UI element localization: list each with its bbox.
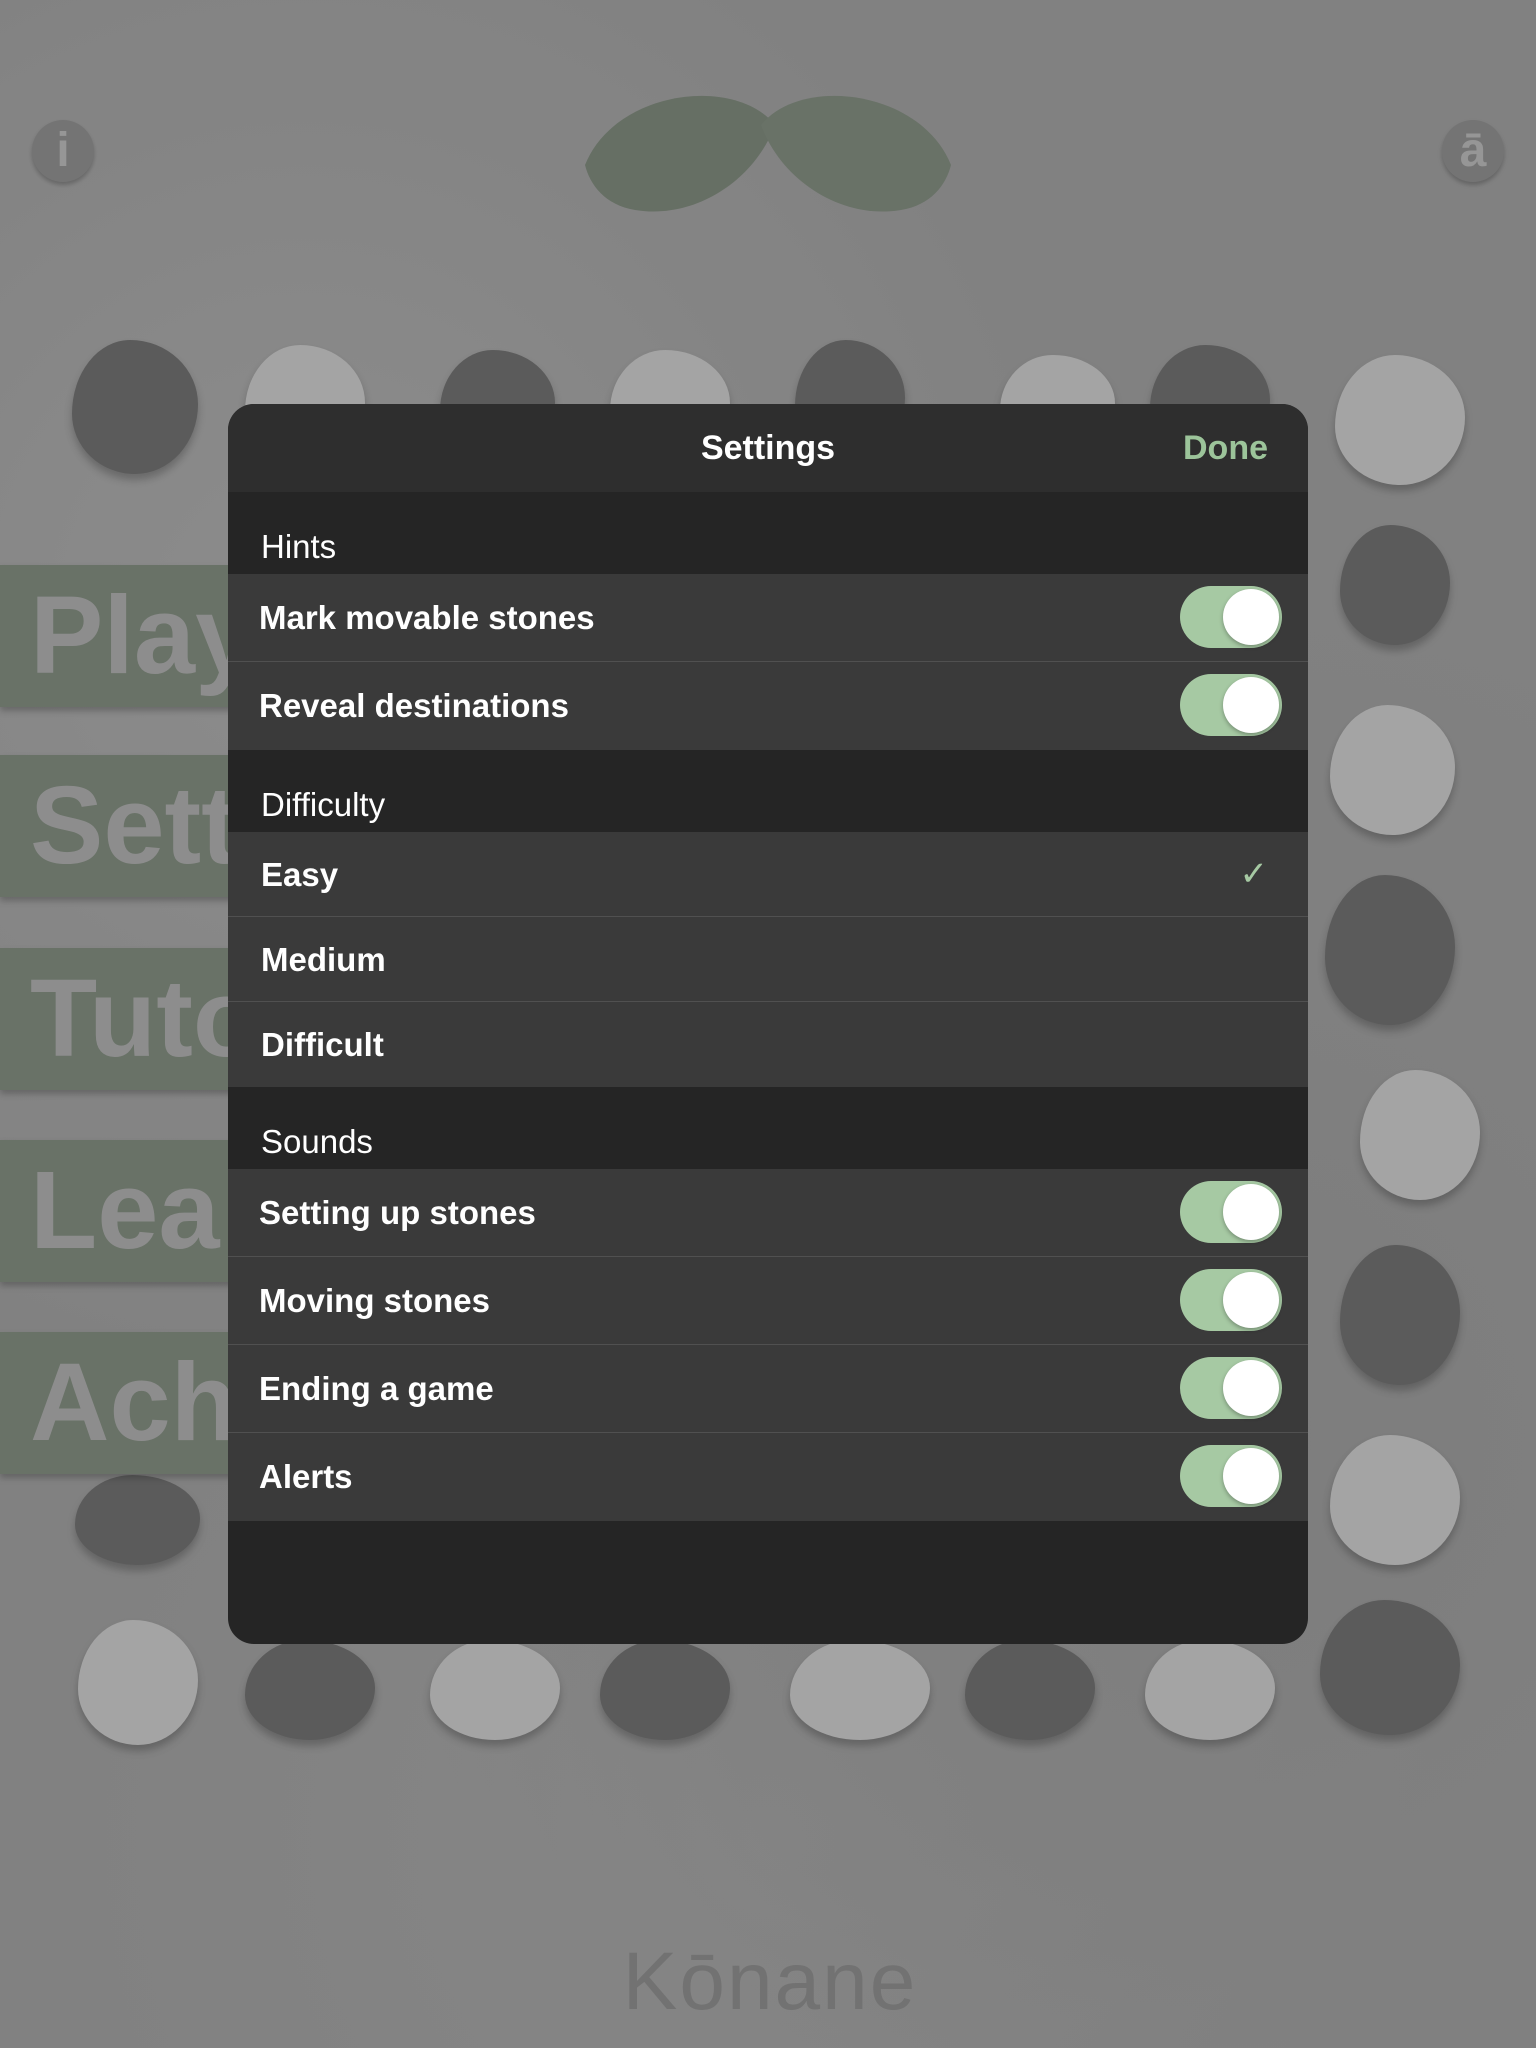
section-header-difficulty: Difficulty [228,750,1308,832]
toggle-knob [1223,677,1279,733]
row-label: Easy [261,856,339,893]
toggle-knob [1223,589,1279,645]
reveal-destinations-toggle[interactable] [1180,674,1282,736]
toggle-knob [1223,1184,1279,1240]
alerts-toggle[interactable] [1180,1445,1282,1507]
toggle-row-alerts: Alerts [228,1433,1308,1521]
toggle-row-moving-stones: Moving stones [228,1257,1308,1345]
difficulty-option-difficult[interactable]: Difficult [228,1002,1308,1087]
toggle-row-ending-a-game: Ending a game [228,1345,1308,1433]
mark-movable-stones-toggle[interactable] [1180,586,1282,648]
section-header-label: Hints [261,528,337,565]
row-label: Mark movable stones [259,599,595,636]
section-header-hints: Hints [228,492,1308,574]
row-label: Alerts [259,1458,353,1495]
settings-navbar: Settings Done [228,404,1308,492]
toggle-row-mark-movable-stones: Mark movable stones [228,574,1308,662]
row-label: Medium [261,941,386,978]
section-header-sounds: Sounds [228,1087,1308,1169]
toggle-knob [1223,1448,1279,1504]
done-button[interactable]: Done [1183,404,1268,492]
settings-sheet: Settings Done Hints Mark movable stones … [228,404,1308,1644]
toggle-knob [1223,1360,1279,1416]
section-header-label: Sounds [261,1123,373,1160]
toggle-knob [1223,1272,1279,1328]
row-label: Reveal destinations [259,687,569,724]
row-label: Ending a game [259,1370,494,1407]
row-label: Setting up stones [259,1194,536,1231]
settings-title: Settings [700,429,836,467]
moving-stones-toggle[interactable] [1180,1269,1282,1331]
row-label: Moving stones [259,1282,491,1319]
difficulty-option-medium[interactable]: Medium [228,917,1308,1002]
section-header-label: Difficulty [261,786,386,823]
toggle-row-setting-up-stones: Setting up stones [228,1169,1308,1257]
ending-a-game-toggle[interactable] [1180,1357,1282,1419]
setting-up-stones-toggle[interactable] [1180,1181,1282,1243]
row-label: Difficult [261,1026,384,1063]
difficulty-option-easy[interactable]: Easy ✓ [228,832,1308,917]
toggle-row-reveal-destinations: Reveal destinations [228,662,1308,750]
checkmark-icon: ✓ [1239,855,1269,893]
